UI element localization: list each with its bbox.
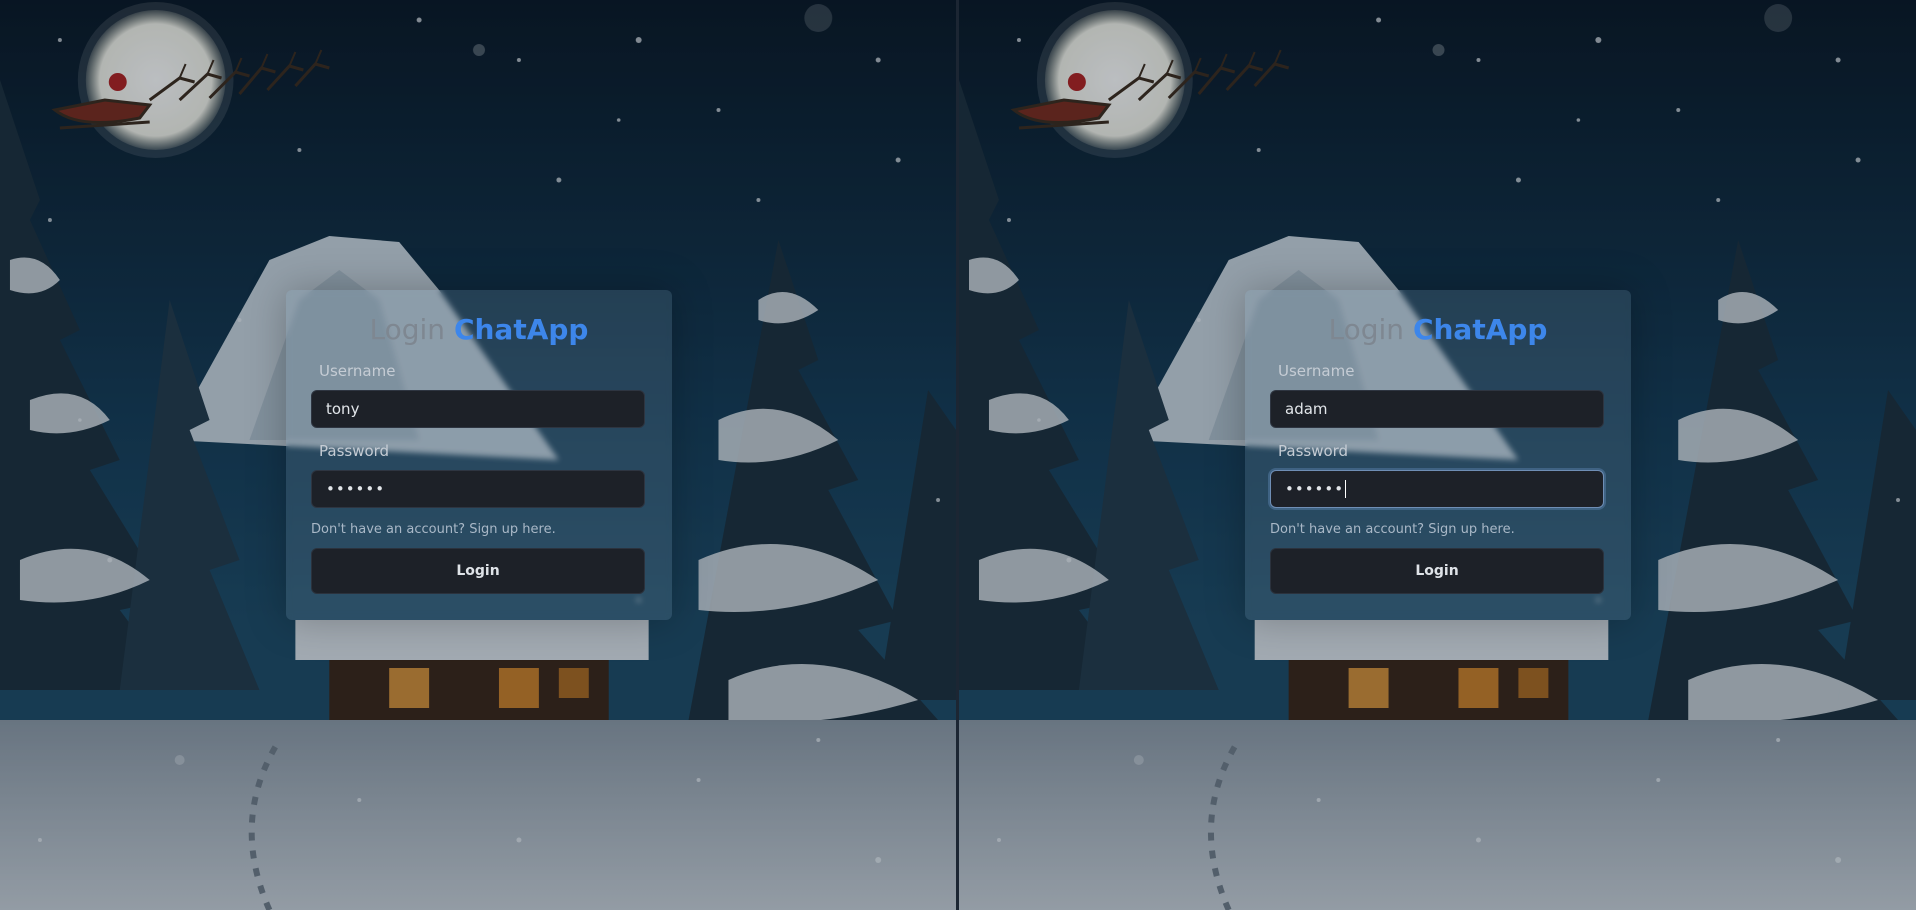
password-value: ••••••	[1285, 480, 1345, 498]
title-login: Login	[369, 313, 446, 346]
title-app-name: ChatApp	[453, 313, 589, 346]
signup-link[interactable]: Don't have an account? Sign up here.	[311, 522, 556, 537]
password-label: Password	[1278, 442, 1349, 460]
username-input[interactable]: tony	[311, 390, 645, 428]
username-label: Username	[319, 362, 396, 380]
username-value: adam	[1285, 400, 1328, 418]
password-input[interactable]: ••••••	[311, 470, 645, 508]
password-input[interactable]: ••••••	[1270, 470, 1604, 508]
page-title: Login ChatApp	[286, 316, 672, 344]
title-app-name: ChatApp	[1412, 313, 1548, 346]
login-button[interactable]: Login	[311, 548, 645, 594]
text-caret	[1345, 480, 1347, 498]
title-login: Login	[1328, 313, 1405, 346]
page-title: Login ChatApp	[1245, 316, 1631, 344]
login-screen-right: Login ChatApp Username adam Password •••…	[958, 0, 1916, 910]
login-card: Login ChatApp Username tony Password •••…	[286, 290, 672, 620]
username-label: Username	[1278, 362, 1355, 380]
login-screen-left: Login ChatApp Username tony Password •••…	[0, 0, 958, 910]
password-label: Password	[319, 442, 390, 460]
login-card: Login ChatApp Username adam Password •••…	[1245, 290, 1631, 620]
password-value: ••••••	[326, 480, 386, 498]
signup-link[interactable]: Don't have an account? Sign up here.	[1270, 522, 1515, 537]
login-button[interactable]: Login	[1270, 548, 1604, 594]
username-value: tony	[326, 400, 360, 418]
app-root: Login ChatApp Username tony Password •••…	[0, 0, 1916, 910]
username-input[interactable]: adam	[1270, 390, 1604, 428]
